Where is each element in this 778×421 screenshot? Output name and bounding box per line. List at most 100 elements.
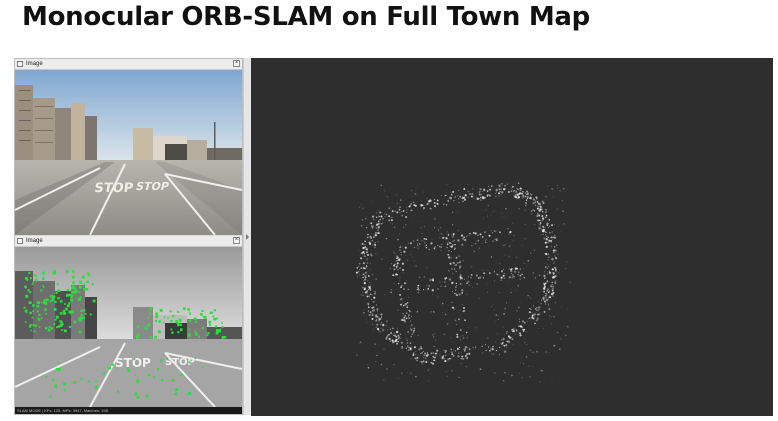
close-icon[interactable]: × bbox=[233, 237, 240, 244]
map-point bbox=[367, 302, 370, 305]
map-point bbox=[371, 294, 373, 295]
map-point bbox=[376, 231, 379, 235]
map-point bbox=[406, 338, 408, 340]
map-point bbox=[398, 269, 400, 271]
map-viewer[interactable] bbox=[251, 58, 773, 416]
map-point bbox=[482, 269, 484, 271]
map-point bbox=[444, 349, 447, 353]
map-point bbox=[430, 352, 433, 355]
map-point bbox=[536, 197, 538, 199]
map-point bbox=[467, 196, 470, 199]
map-point bbox=[391, 339, 394, 342]
map-point bbox=[360, 225, 363, 227]
map-point bbox=[414, 204, 417, 207]
map-point bbox=[377, 222, 380, 225]
map-point bbox=[407, 288, 409, 290]
map-point bbox=[565, 268, 567, 270]
map-point bbox=[478, 298, 480, 300]
map-point bbox=[360, 252, 363, 255]
image-window-raw[interactable]: Image × STOP STOP bbox=[15, 59, 242, 235]
map-point bbox=[391, 223, 394, 225]
map-point bbox=[488, 185, 490, 187]
map-point bbox=[400, 286, 403, 289]
feature-point bbox=[160, 359, 163, 362]
map-point bbox=[502, 339, 504, 342]
map-point bbox=[539, 206, 542, 208]
map-point bbox=[370, 262, 372, 264]
map-point bbox=[475, 327, 477, 329]
map-point bbox=[468, 193, 471, 196]
map-point bbox=[517, 273, 519, 276]
feature-point bbox=[224, 336, 227, 339]
map-point bbox=[401, 262, 405, 265]
map-point bbox=[459, 276, 462, 279]
feature-point bbox=[55, 315, 59, 319]
map-point bbox=[399, 266, 402, 269]
map-point bbox=[434, 339, 437, 341]
map-point bbox=[451, 224, 454, 226]
map-point bbox=[549, 296, 552, 299]
window-titlebar[interactable]: Image × bbox=[15, 59, 242, 70]
map-point bbox=[376, 227, 378, 229]
map-point bbox=[397, 282, 400, 285]
map-point bbox=[417, 243, 419, 245]
map-point bbox=[442, 236, 445, 239]
map-point bbox=[493, 230, 496, 232]
map-point bbox=[495, 188, 498, 192]
map-point bbox=[466, 235, 468, 237]
map-point bbox=[558, 272, 560, 274]
map-point bbox=[382, 217, 384, 220]
feature-point bbox=[79, 296, 82, 298]
map-point bbox=[502, 188, 506, 191]
window-titlebar[interactable]: Image × bbox=[15, 236, 242, 247]
map-point bbox=[406, 340, 408, 341]
map-point bbox=[551, 289, 554, 292]
splitter-arrow-icon[interactable] bbox=[246, 234, 249, 240]
map-point bbox=[399, 249, 401, 251]
map-point bbox=[515, 289, 516, 291]
map-point bbox=[455, 270, 457, 273]
map-point bbox=[380, 321, 383, 324]
map-point bbox=[393, 282, 395, 284]
panel-splitter[interactable] bbox=[243, 58, 251, 415]
map-point bbox=[452, 244, 454, 246]
feature-point bbox=[58, 368, 61, 371]
map-point bbox=[409, 342, 412, 344]
map-point bbox=[416, 288, 418, 291]
map-point bbox=[508, 276, 511, 279]
map-point bbox=[513, 189, 516, 192]
map-point bbox=[460, 336, 462, 338]
map-point bbox=[554, 269, 557, 272]
map-point bbox=[415, 273, 417, 275]
feature-point bbox=[24, 321, 27, 323]
map-point bbox=[537, 233, 539, 235]
map-point bbox=[532, 366, 534, 367]
map-point bbox=[432, 311, 435, 313]
feature-point bbox=[30, 329, 32, 332]
map-point bbox=[415, 375, 417, 378]
map-point bbox=[366, 295, 369, 298]
close-icon[interactable]: × bbox=[233, 60, 240, 67]
feature-point bbox=[50, 327, 53, 330]
map-point bbox=[464, 348, 466, 350]
map-point bbox=[358, 269, 360, 271]
map-point bbox=[440, 232, 443, 235]
map-point bbox=[489, 194, 490, 196]
map-point bbox=[443, 333, 446, 336]
map-point bbox=[423, 350, 425, 352]
map-point bbox=[546, 267, 548, 269]
map-point bbox=[379, 323, 382, 325]
map-point bbox=[411, 329, 413, 331]
feature-point bbox=[177, 331, 180, 334]
feature-point bbox=[70, 298, 74, 302]
feature-point bbox=[146, 394, 149, 398]
map-point bbox=[534, 204, 537, 206]
map-point bbox=[485, 209, 487, 211]
feature-point bbox=[159, 309, 163, 312]
image-window-features[interactable]: Image × STOP STOP SLAM MODE | KFs: 125, … bbox=[15, 236, 242, 414]
map-point bbox=[416, 239, 419, 241]
map-point bbox=[363, 255, 366, 257]
map-point bbox=[479, 276, 482, 279]
map-point bbox=[504, 371, 506, 374]
map-point bbox=[398, 233, 401, 235]
